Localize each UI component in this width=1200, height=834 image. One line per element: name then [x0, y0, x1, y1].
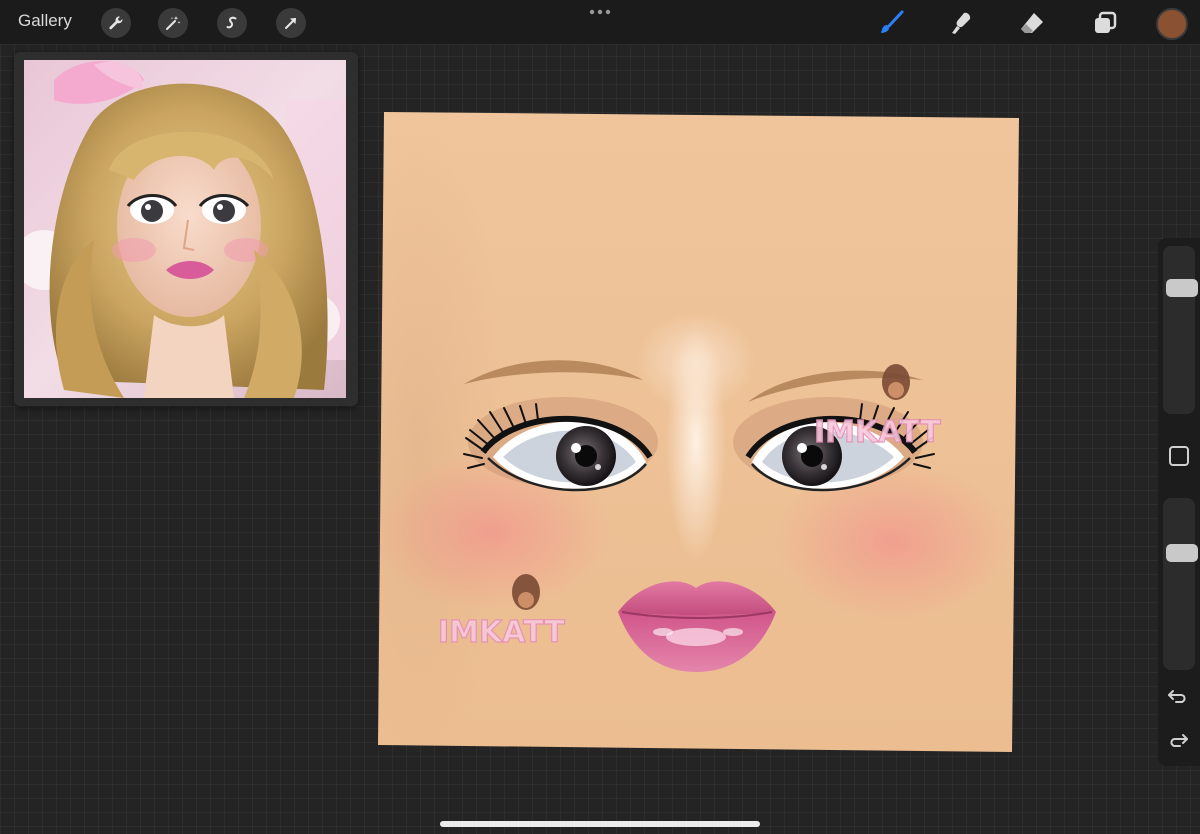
toolbar: Gallery: [0, 0, 1200, 45]
opacity-thumb[interactable]: [1166, 544, 1198, 562]
smudge-icon[interactable]: [946, 8, 976, 38]
selection-icon[interactable]: [217, 8, 247, 38]
brush-icon[interactable]: [876, 8, 906, 38]
opacity-slider[interactable]: [1163, 498, 1198, 670]
layers-icon[interactable]: [1090, 8, 1120, 38]
arrow-icon[interactable]: [276, 8, 306, 38]
eraser-icon[interactable]: [1017, 8, 1047, 38]
reference-window[interactable]: [14, 52, 358, 406]
color-picker-swatch[interactable]: [1156, 8, 1188, 40]
brush-size-slider[interactable]: [1163, 246, 1198, 414]
sidebar: [1158, 238, 1200, 766]
magic-wand-icon[interactable]: [158, 8, 188, 38]
svg-text:IMKATT: IMKATT: [438, 615, 565, 650]
redo-icon[interactable]: [1167, 730, 1189, 750]
wrench-icon[interactable]: [101, 8, 131, 38]
modify-button[interactable]: [1169, 446, 1189, 466]
drawing-canvas[interactable]: IMKATT IMKATT: [378, 112, 1020, 752]
gallery-button[interactable]: Gallery: [18, 11, 72, 31]
ellipsis-icon[interactable]: [588, 6, 612, 18]
svg-text:IMKATT: IMKATT: [814, 415, 941, 450]
undo-icon[interactable]: [1167, 686, 1189, 706]
reference-photo: [24, 60, 346, 398]
face-texture-artwork: IMKATT IMKATT: [378, 112, 1019, 752]
home-indicator[interactable]: [440, 821, 760, 827]
brush-size-thumb[interactable]: [1166, 279, 1198, 297]
